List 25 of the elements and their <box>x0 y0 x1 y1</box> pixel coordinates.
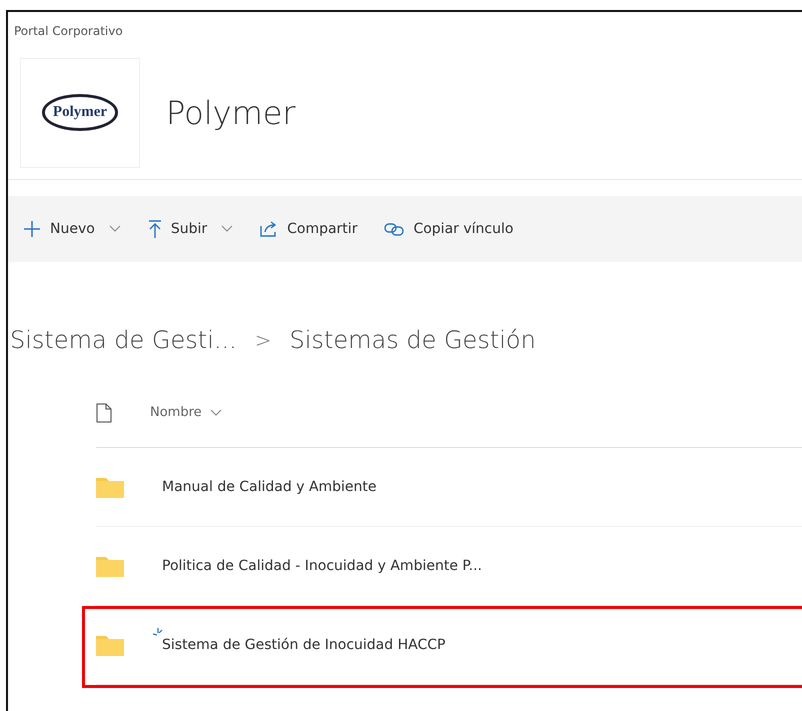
toolbar-button[interactable]: Compartir <box>259 218 358 240</box>
breadcrumb-link[interactable]: Sistema de Gesti... <box>10 322 237 358</box>
chevron-down-icon <box>108 225 121 233</box>
chevron-down-icon <box>210 408 222 416</box>
folder-name-link[interactable]: Sistema de Gestión de Inocuidad HACCP <box>162 636 446 652</box>
logo: Polymer <box>42 94 118 131</box>
portal-label[interactable]: Portal Corporativo <box>8 12 802 40</box>
column-header[interactable]: Nombre <box>150 402 222 422</box>
plus-icon <box>22 219 42 239</box>
chevron-down-icon <box>221 225 234 233</box>
toolbar-button[interactable]: Subir <box>146 218 234 240</box>
link-icon <box>383 221 406 237</box>
folder-icon <box>96 555 124 577</box>
toolbar-button[interactable]: Copiar vínculo <box>383 218 514 240</box>
breadcrumb-current: Sistemas de Gestión <box>290 325 536 356</box>
folder-icon <box>96 476 124 498</box>
breadcrumb-separator: > <box>254 327 272 354</box>
folder-icon <box>96 634 124 656</box>
toolbar-button[interactable]: Nuevo <box>22 218 121 240</box>
folder-name-link[interactable]: Politica de Calidad - Inocuidad y Ambiente P... <box>162 556 482 576</box>
site-title[interactable]: Polymer <box>166 88 296 136</box>
file-type-icon <box>96 402 112 422</box>
logo-tile[interactable]: Polymer <box>20 58 140 168</box>
upload-icon <box>146 219 163 239</box>
folder-name-link[interactable]: Manual de Calidad y Ambiente <box>162 476 377 498</box>
